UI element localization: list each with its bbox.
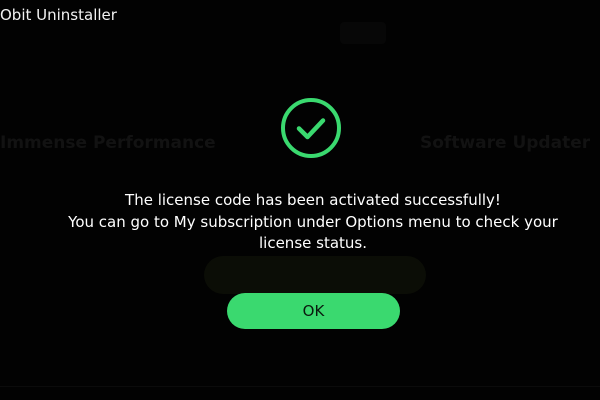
message-line: license status. bbox=[259, 234, 367, 252]
check-circle-icon bbox=[281, 98, 341, 158]
app-window: Immense Performance Software Updater Obi… bbox=[0, 0, 600, 400]
success-message: The license code has been activated succ… bbox=[40, 190, 586, 255]
ok-button[interactable]: OK bbox=[227, 293, 400, 329]
message-line: The license code has been activated succ… bbox=[125, 191, 501, 209]
message-line: You can go to My subscription under Opti… bbox=[68, 212, 558, 231]
activation-success-dialog: The license code has been activated succ… bbox=[0, 0, 600, 400]
